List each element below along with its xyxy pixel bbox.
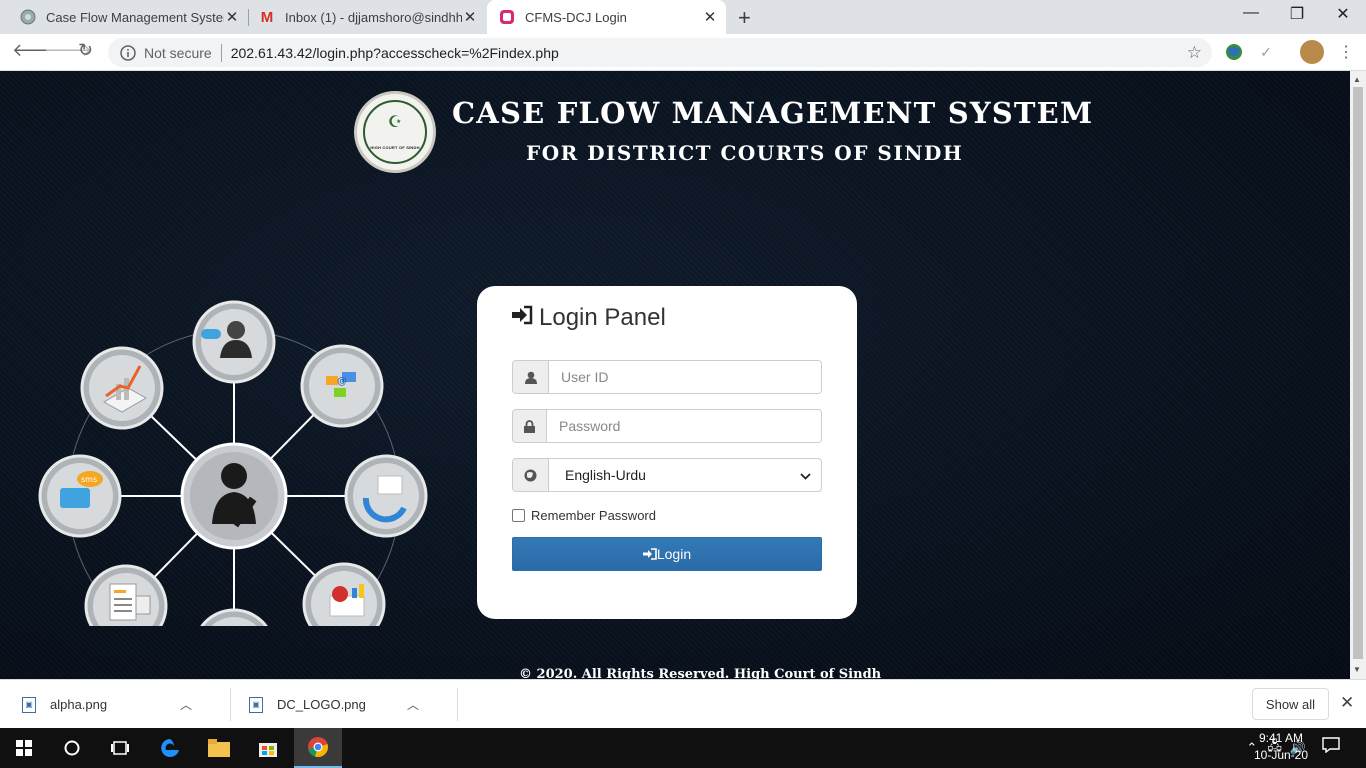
login-panel-title: Login Panel bbox=[539, 304, 666, 331]
report-chart-icon bbox=[302, 562, 386, 626]
scrollbar-thumb[interactable] bbox=[1353, 87, 1363, 659]
login-button-label: Login bbox=[656, 546, 692, 562]
download-filename: DC_LOGO.png bbox=[277, 697, 366, 712]
download-divider bbox=[457, 688, 458, 721]
remember-checkbox[interactable] bbox=[512, 509, 525, 522]
language-select[interactable]: English-Urdu bbox=[549, 459, 821, 491]
minimize-icon[interactable]: — bbox=[1236, 4, 1266, 22]
close-shelf-icon[interactable]: ✕ bbox=[1340, 693, 1354, 713]
sms-icon: sms bbox=[38, 454, 122, 538]
close-tab-icon[interactable]: ✕ bbox=[224, 8, 240, 26]
extension-check-icon[interactable]: ✓ bbox=[1256, 42, 1276, 62]
close-tab-icon[interactable]: ✕ bbox=[462, 8, 478, 26]
tab-cfms-login[interactable]: CFMS-DCJ Login ✕ bbox=[487, 0, 726, 34]
globe-icon bbox=[20, 9, 36, 25]
image-file-icon: ▣ bbox=[249, 696, 263, 713]
task-view-icon[interactable] bbox=[96, 728, 144, 768]
high-court-seal-logo: ☪ HIGH COURT OF SINDH bbox=[354, 91, 436, 173]
image-file-icon: ▣ bbox=[22, 696, 36, 713]
sign-in-icon bbox=[511, 305, 533, 331]
clock-date: 10-Jun-20 bbox=[1253, 748, 1309, 762]
omnibox-divider bbox=[220, 43, 222, 62]
browser-tab-bar: Case Flow Management System ✕ M Inbox (1… bbox=[0, 0, 1366, 34]
new-tab-button[interactable]: + bbox=[738, 5, 751, 31]
chrome-icon[interactable] bbox=[294, 728, 342, 768]
login-panel: Login Panel English-Urdu bbox=[477, 286, 857, 619]
svg-text:@: @ bbox=[337, 376, 347, 387]
tab-inbox[interactable]: M Inbox (1) - djjamshoro@sindhhig ✕ bbox=[249, 0, 486, 34]
close-window-icon[interactable]: ✕ bbox=[1328, 4, 1358, 24]
show-all-button[interactable]: Show all bbox=[1252, 688, 1329, 720]
lock-icon bbox=[513, 410, 547, 442]
taskbar-clock[interactable]: 9:41 AM 10-Jun-20 bbox=[1250, 730, 1312, 764]
chevron-down-icon bbox=[800, 467, 811, 483]
password-input[interactable] bbox=[547, 410, 821, 442]
remember-password: Remember Password bbox=[512, 508, 656, 523]
notification-icon[interactable] bbox=[1322, 737, 1340, 758]
login-panel-heading: Login Panel bbox=[511, 304, 666, 332]
page-subtitle: FOR DISTRICT COURTS OF SINDH bbox=[526, 141, 964, 165]
security-status: Not secure bbox=[144, 44, 212, 61]
bookmark-star-icon[interactable]: ☆ bbox=[1187, 43, 1202, 63]
refresh-mail-icon bbox=[344, 454, 428, 538]
language-selected: English-Urdu bbox=[565, 467, 646, 483]
email-network-icon: @ bbox=[300, 344, 384, 428]
password-group bbox=[512, 409, 822, 443]
page-content: ☪ HIGH COURT OF SINDH CASE FLOW MANAGEME… bbox=[0, 71, 1350, 679]
page-scrollbar[interactable]: ▲ ▼ bbox=[1350, 71, 1366, 679]
user-icon bbox=[513, 361, 549, 393]
center-user-node bbox=[180, 442, 288, 550]
browser-toolbar: 🡐 🡒 ↻ Not secure 202.61.43.42/login.php?… bbox=[0, 34, 1366, 71]
page-title: CASE FLOW MANAGEMENT SYSTEM bbox=[452, 96, 1094, 130]
tab-title: Case Flow Management System bbox=[46, 9, 224, 25]
download-item[interactable]: ▣ alpha.png ︿ bbox=[0, 680, 192, 729]
network-illustration: @ sms bbox=[38, 300, 428, 626]
clock-time: 9:41 AM bbox=[1258, 731, 1304, 745]
tools-graph-icon bbox=[200, 608, 268, 626]
globe-icon bbox=[513, 459, 549, 491]
svg-text:sms: sms bbox=[81, 475, 97, 484]
chevron-up-icon[interactable]: ︿ bbox=[180, 696, 192, 713]
document-list-icon bbox=[84, 564, 168, 626]
sign-in-icon bbox=[642, 548, 657, 560]
reload-icon[interactable]: ↻ bbox=[78, 40, 93, 61]
address-bar[interactable]: Not secure 202.61.43.42/login.php?access… bbox=[108, 38, 1212, 67]
scroll-up-icon[interactable]: ▲ bbox=[1353, 75, 1361, 84]
edge-icon[interactable] bbox=[146, 728, 194, 768]
maximize-icon[interactable]: ❐ bbox=[1282, 4, 1312, 24]
search-icon[interactable] bbox=[48, 728, 96, 768]
tab-case-flow[interactable]: Case Flow Management System ✕ bbox=[8, 0, 248, 34]
tab-title: CFMS-DCJ Login bbox=[525, 9, 627, 25]
gmail-icon: M bbox=[260, 8, 274, 26]
cfms-icon bbox=[499, 9, 515, 25]
windows-start-icon[interactable] bbox=[0, 728, 48, 768]
chevron-up-icon[interactable]: ︿ bbox=[407, 696, 419, 713]
menu-icon[interactable]: ⋮ bbox=[1336, 42, 1356, 62]
tab-title: Inbox (1) - djjamshoro@sindhhig bbox=[285, 9, 462, 25]
url-text[interactable]: 202.61.43.42/login.php?accesscheck=%2Fin… bbox=[231, 45, 559, 61]
download-filename: alpha.png bbox=[50, 697, 108, 712]
language-group: English-Urdu bbox=[512, 458, 822, 492]
support-agent-icon bbox=[192, 300, 276, 384]
userid-input[interactable] bbox=[549, 361, 821, 393]
remember-label: Remember Password bbox=[531, 508, 656, 523]
windows-taskbar: ⌃ 🖧 🔊 9:41 AM 10-Jun-20 bbox=[0, 728, 1366, 768]
download-shelf: ▣ alpha.png ︿ ▣ DC_LOGO.png ︿ Show all ✕ bbox=[0, 679, 1366, 728]
scroll-down-icon[interactable]: ▼ bbox=[1353, 665, 1361, 674]
store-icon[interactable] bbox=[244, 728, 292, 768]
close-tab-icon[interactable]: ✕ bbox=[702, 8, 718, 26]
file-explorer-icon[interactable] bbox=[195, 728, 243, 768]
download-item[interactable]: ▣ DC_LOGO.png ︿ bbox=[227, 680, 419, 729]
login-button[interactable]: Login bbox=[512, 537, 822, 571]
profile-avatar[interactable] bbox=[1300, 40, 1324, 64]
footer-copyright: © 2020. All Rights Reserved. High Court … bbox=[519, 667, 882, 679]
growth-chart-icon bbox=[80, 346, 164, 430]
info-icon[interactable] bbox=[118, 43, 138, 63]
userid-group bbox=[512, 360, 822, 394]
extension-globe-icon[interactable] bbox=[1224, 42, 1244, 62]
